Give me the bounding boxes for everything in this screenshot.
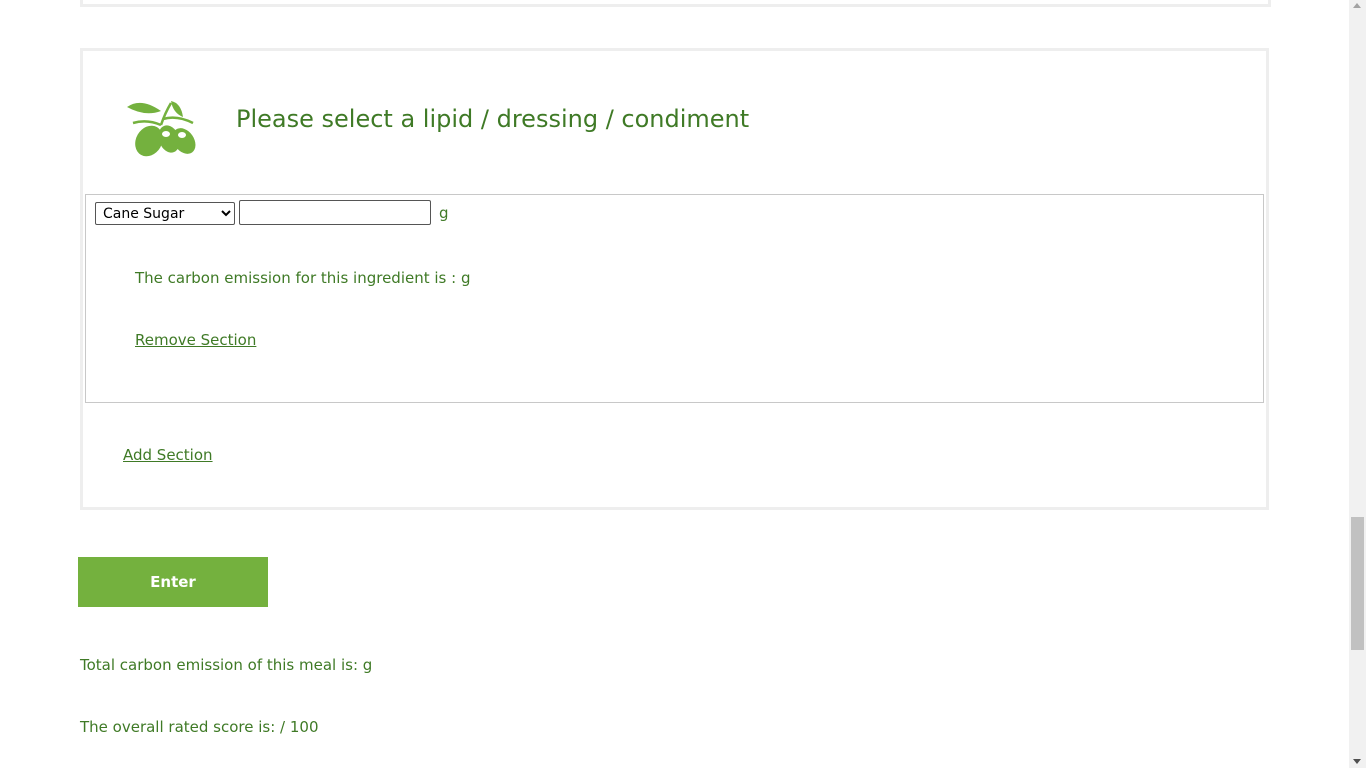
olive-branch-icon	[127, 97, 199, 159]
page: Please select a lipid / dressing / condi…	[0, 0, 1366, 768]
scrollbar-thumb[interactable]	[1351, 517, 1364, 650]
scroll-down-arrow-icon[interactable]	[1353, 759, 1361, 764]
ingredient-emission-text: The carbon emission for this ingredient …	[135, 269, 471, 287]
add-section-link[interactable]: Add Section	[123, 446, 213, 464]
ingredient-section: Cane Sugar g The carbon emission for thi…	[85, 194, 1264, 403]
total-emission-text: Total carbon emission of this meal is: g	[80, 656, 373, 674]
scroll-up-arrow-icon[interactable]	[1353, 3, 1361, 8]
amount-input[interactable]	[239, 200, 431, 225]
ingredient-select[interactable]: Cane Sugar	[95, 202, 235, 225]
remove-section-link[interactable]: Remove Section	[135, 331, 256, 349]
vertical-scrollbar[interactable]	[1349, 0, 1366, 768]
enter-button[interactable]: Enter	[78, 557, 268, 607]
lipid-section-panel: Please select a lipid / dressing / condi…	[80, 48, 1269, 510]
previous-section-panel	[80, 0, 1271, 7]
unit-label: g	[439, 204, 449, 222]
section-title: Please select a lipid / dressing / condi…	[236, 105, 750, 133]
overall-score-text: The overall rated score is: / 100	[80, 718, 319, 736]
